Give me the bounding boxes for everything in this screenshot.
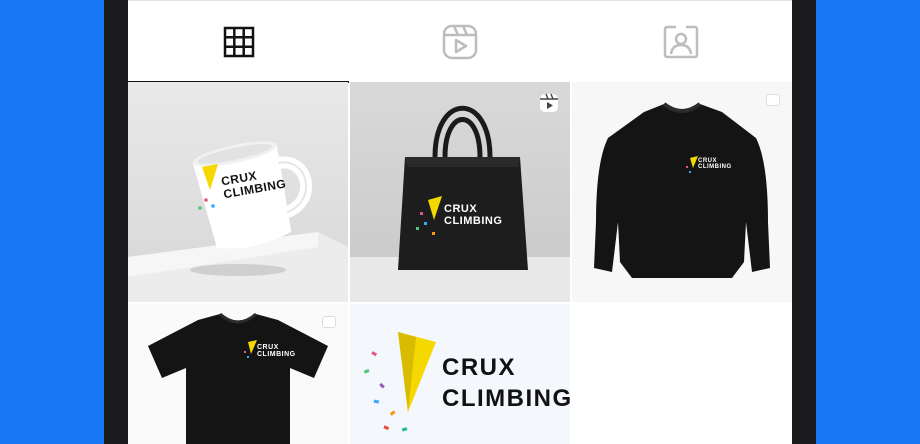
reels-badge — [538, 92, 560, 119]
grid-icon — [223, 26, 254, 58]
sweatshirt-brand-text: CRUX CLIMBING — [698, 158, 732, 171]
tab-tagged[interactable] — [570, 1, 791, 83]
brand-line2: CLIMBING — [257, 351, 296, 359]
post-logo[interactable]: CRUX CLIMBING — [350, 304, 570, 444]
tab-reels[interactable] — [349, 1, 570, 83]
tagged-user-icon — [663, 25, 698, 59]
phone-frame: CRUX CLIMBING CRUX CLIMBING CRUX CLIMBIN… — [104, 0, 816, 444]
brand-line1: CRUX — [257, 344, 279, 351]
post-sweatshirt[interactable]: CRUX CLIMBING — [572, 82, 792, 302]
reels-icon — [442, 24, 477, 60]
t-shirt-brand-text: CRUX CLIMBING — [257, 344, 296, 359]
t-shirt-image — [148, 312, 328, 444]
brand-line1: CRUX — [442, 354, 517, 381]
post-t-shirt[interactable]: CRUX CLIMBING — [128, 304, 348, 444]
post-tote-bag[interactable]: CRUX CLIMBING — [350, 82, 570, 302]
logo-brand-text: CRUX CLIMBING — [442, 352, 570, 414]
multi-image-icon — [322, 316, 336, 328]
multi-image-icon — [766, 94, 780, 106]
tote-bag-image — [350, 105, 570, 302]
profile-tabs — [128, 0, 792, 83]
profile-screen: CRUX CLIMBING CRUX CLIMBING CRUX CLIMBIN… — [128, 0, 792, 444]
reels-icon — [540, 93, 558, 112]
post-mug[interactable]: CRUX CLIMBING — [128, 82, 348, 302]
tab-posts-grid[interactable] — [128, 1, 349, 83]
brand-line2: CLIMBING — [698, 164, 732, 171]
brand-line2: CLIMBING — [444, 214, 503, 227]
brand-line1: CRUX — [444, 203, 478, 215]
brand-line2: CLIMBING — [442, 385, 570, 413]
sweatshirt-image — [594, 102, 770, 278]
tote-brand-text: CRUX CLIMBING — [444, 203, 503, 227]
posts-grid: CRUX CLIMBING CRUX CLIMBING CRUX CLIMBIN… — [128, 82, 792, 444]
